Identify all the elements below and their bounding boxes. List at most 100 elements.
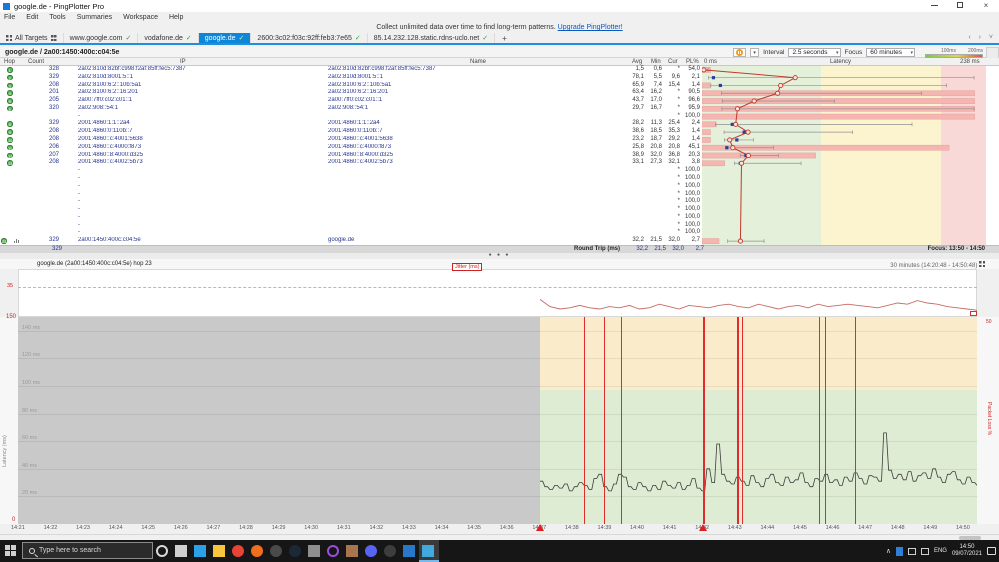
col-cur[interactable]: Cur xyxy=(668,58,678,66)
app-icon-13[interactable] xyxy=(384,545,396,557)
hop-cell xyxy=(0,113,20,121)
latency-timeline-plot[interactable]: 150 0 50 Latency (ms) Packet Loss % 14:2… xyxy=(0,317,999,524)
col-min[interactable]: Min xyxy=(651,58,661,66)
col-name[interactable]: Name xyxy=(470,58,486,66)
menu-edit[interactable]: Edit xyxy=(26,14,38,21)
pl-cell: 100,0 xyxy=(680,175,700,183)
table-row[interactable]: -*100,0 xyxy=(0,183,700,191)
ip-cell: 2001:4860::c:4000:f873 xyxy=(62,144,328,152)
tab-google-de[interactable]: google.de✓ xyxy=(199,33,252,43)
volume-icon[interactable] xyxy=(921,548,929,555)
table-row[interactable]: 13282a02:810d:82bf:c998:f2af:85ff:fec5:7… xyxy=(0,66,700,74)
table-row[interactable]: -*100,0 xyxy=(0,113,700,121)
network-icon[interactable] xyxy=(908,548,916,555)
table-row[interactable]: -*100,0 xyxy=(0,175,700,183)
table-row[interactable]: -*100,0 xyxy=(0,167,700,175)
menu-tools[interactable]: Tools xyxy=(49,14,65,21)
task-view-icon[interactable] xyxy=(175,545,187,557)
legend-gradient-bar xyxy=(925,54,983,58)
upgrade-link[interactable]: Upgrade PingPlotter! xyxy=(558,24,623,31)
obs-icon[interactable] xyxy=(270,545,282,557)
discord-icon[interactable] xyxy=(365,545,377,557)
menu-workspace[interactable]: Workspace xyxy=(123,14,158,21)
round-trip-pl: 2,7 xyxy=(684,246,704,253)
table-row[interactable]: 122072001:4860::8:4000:d3252001:4860::8:… xyxy=(0,152,700,160)
menu-summaries[interactable]: Summaries xyxy=(77,14,112,21)
tab-vodafone-de[interactable]: vodafone.de✓ xyxy=(138,33,198,43)
table-row[interactable]: -*100,0 xyxy=(0,191,700,199)
app-icon-11[interactable] xyxy=(346,545,358,557)
table-row[interactable]: 83292001:4860:1:1::2a42001:4860:1:1::2a4… xyxy=(0,120,700,128)
hop-cell xyxy=(0,167,20,175)
cortana-icon[interactable] xyxy=(156,545,168,557)
language-indicator[interactable]: ENG xyxy=(934,548,947,554)
tab-all-targets[interactable]: All Targets xyxy=(0,33,64,43)
jitter-trace xyxy=(540,269,977,317)
tab-85-14-232-128-static-rdns-uclo-net[interactable]: 85.14.232.128.static.rdns-uclo.net✓ xyxy=(368,33,495,43)
minimize-button[interactable] xyxy=(921,0,947,12)
pause-button[interactable] xyxy=(733,48,746,57)
name-cell: 2a00:7ff0:c02:c01::1 xyxy=(328,97,618,105)
app-icon-9[interactable] xyxy=(308,545,320,557)
table-row[interactable]: -*100,0 xyxy=(0,222,700,230)
table-row[interactable]: 42012a02:8100:6:2::16:2012a02:8100:6:2::… xyxy=(0,89,700,97)
name-cell: 2a02:810d:8001:5::1 xyxy=(328,74,618,82)
table-row[interactable]: 112062001:4860::c:4000:f8732001:4860::c:… xyxy=(0,144,700,152)
windows-taskbar: Type here to search ∧ ENG 14:5009/07/202… xyxy=(0,540,999,562)
start-button[interactable] xyxy=(5,545,16,556)
table-row[interactable]: 233292a00:1450:400c:c04:5egoogle.de32,22… xyxy=(0,237,700,245)
taskbar-search[interactable]: Type here to search xyxy=(22,542,153,559)
col-hop[interactable]: Hop xyxy=(4,58,15,66)
ip-cell: 2a02:8100:6:2::10b:5a1 xyxy=(62,82,328,90)
tab-2600-3c02-f03c-92ff-feb3-7e65[interactable]: 2600:3c02:f03c:92ff:feb3:7e65✓ xyxy=(251,33,367,43)
app-icon-14[interactable] xyxy=(403,545,415,557)
close-button[interactable]: × xyxy=(973,0,999,12)
app-icon-10[interactable] xyxy=(327,545,339,557)
table-row[interactable]: 52052a00:7ff0:c02:c01::12a00:7ff0:c02:c0… xyxy=(0,97,700,105)
table-row[interactable]: 23292a02:810d:8001:5::12a02:810d:8001:5:… xyxy=(0,74,700,82)
cur-cell: * xyxy=(662,183,680,191)
col-ip[interactable]: IP xyxy=(180,58,186,66)
vscode-icon[interactable] xyxy=(194,545,206,557)
focus-select[interactable]: 60 minutes▾ xyxy=(866,48,915,57)
chevron-up-icon[interactable]: ∧ xyxy=(886,547,891,555)
table-row[interactable]: 102082001:4860::c:4001:56382001:4860::c:… xyxy=(0,136,700,144)
pause-dropdown-button[interactable]: ▾ xyxy=(750,48,759,57)
table-row[interactable]: -*100,0 xyxy=(0,229,700,237)
interval-select[interactable]: 2.5 seconds▾ xyxy=(788,48,840,57)
tab-www-google-com[interactable]: www.google.com✓ xyxy=(64,33,139,43)
table-row[interactable]: -*100,0 xyxy=(0,214,700,222)
notification-center-icon[interactable] xyxy=(987,547,996,555)
table-row[interactable]: 63202a02:908::54:12a02:908::54:129,716,7… xyxy=(0,105,700,113)
hop-cell xyxy=(0,198,20,206)
table-row[interactable]: -*100,0 xyxy=(0,206,700,214)
table-row[interactable]: 132082001:4860::c:4002:5b732001:4860::c:… xyxy=(0,159,700,167)
time-tick-label: 14:32 xyxy=(369,525,383,531)
timeline-range-label[interactable]: 30 minutes (14:20:48 - 14:50:48) xyxy=(890,261,985,269)
firefox-icon[interactable] xyxy=(251,545,263,557)
chrome-icon[interactable] xyxy=(232,545,244,557)
tab-scroll-arrows[interactable]: ‹ › ˅ xyxy=(968,34,996,41)
min-cell: 18,7 xyxy=(644,136,662,144)
menu-file[interactable]: File xyxy=(4,14,15,21)
packet-loss-event-line xyxy=(703,317,705,524)
table-row[interactable]: 92082001:4860:0:110b::72001:4860:0:110b:… xyxy=(0,128,700,136)
count-cell: 208 xyxy=(20,82,62,90)
file-explorer-icon[interactable] xyxy=(213,545,225,557)
col-avg[interactable]: Avg xyxy=(632,58,642,66)
pingplotter-taskbar-icon[interactable] xyxy=(422,545,434,557)
clock[interactable]: 14:5009/07/2021 xyxy=(952,544,982,558)
timeline-indicator-icon xyxy=(14,239,19,243)
name-cell xyxy=(328,198,618,206)
col-pl[interactable]: PL% xyxy=(686,58,699,66)
avg-cell xyxy=(618,214,644,222)
steam-icon[interactable] xyxy=(289,545,301,557)
table-row[interactable]: -*100,0 xyxy=(0,198,700,206)
col-count[interactable]: Count xyxy=(28,58,44,66)
hop-number-badge: 9 xyxy=(7,129,13,135)
maximize-button[interactable] xyxy=(947,0,973,12)
menu-help[interactable]: Help xyxy=(169,14,183,21)
table-row[interactable]: 32082a02:8100:6:2::10b:5a12a02:8100:6:2:… xyxy=(0,82,700,90)
bluetooth-icon[interactable] xyxy=(896,547,903,556)
add-target-tab[interactable]: + xyxy=(495,33,514,43)
